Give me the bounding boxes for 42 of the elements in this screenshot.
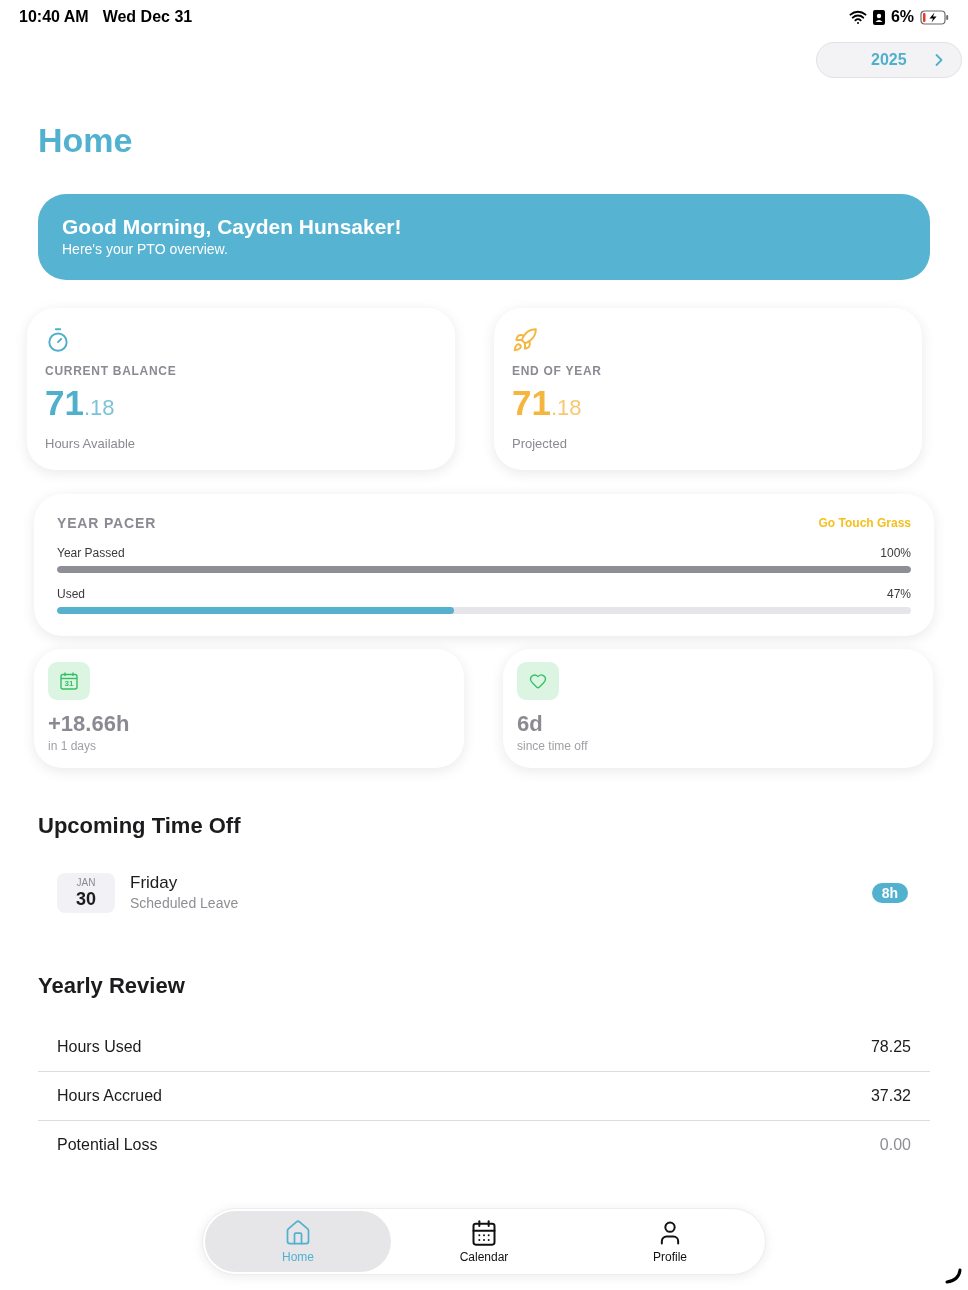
section-title: Yearly Review bbox=[38, 972, 185, 1000]
battery-percent: 6% bbox=[890, 7, 914, 27]
date-day: 30 bbox=[76, 889, 96, 909]
contact-card-icon bbox=[872, 9, 885, 25]
review-label: Hours Used bbox=[57, 1037, 142, 1057]
bar-reading: 100% bbox=[880, 545, 911, 562]
greeting-subtitle: Here's your PTO overview. bbox=[62, 240, 228, 258]
greeting-title: Good Morning, Cayden Hunsaker! bbox=[62, 214, 402, 240]
review-value: 37.32 bbox=[870, 1086, 911, 1106]
corner-arc-icon bbox=[945, 1268, 962, 1284]
stat-label: END OF YEAR bbox=[512, 363, 602, 379]
house-icon bbox=[284, 1219, 312, 1247]
stat-caption: Projected bbox=[512, 436, 567, 452]
leave-weekday: Friday bbox=[130, 873, 178, 893]
page-title: Home bbox=[38, 120, 133, 160]
summary-value: 6d bbox=[517, 710, 543, 738]
review-value: 78.25 bbox=[870, 1037, 911, 1057]
review-value: 0.00 bbox=[879, 1135, 911, 1155]
review-label: Hours Accrued bbox=[57, 1086, 162, 1106]
review-label: Potential Loss bbox=[57, 1135, 158, 1155]
calendar-icon: 31 bbox=[48, 662, 90, 700]
hours-badge: 8h bbox=[872, 883, 908, 903]
battery-icon bbox=[920, 9, 950, 25]
date-month: JAN bbox=[76, 877, 96, 889]
bar-reading: 47% bbox=[886, 586, 911, 603]
status-date: Wed Dec 31 bbox=[102, 7, 193, 27]
stat-value: 71.18 bbox=[45, 384, 115, 424]
section-title: Upcoming Time Off bbox=[38, 812, 241, 840]
bar-label: Year Passed bbox=[57, 545, 125, 562]
pacer-title: YEAR PACER bbox=[57, 513, 157, 533]
wifi-icon bbox=[848, 8, 867, 26]
stat-label: CURRENT BALANCE bbox=[45, 363, 177, 379]
summary-caption: in 1 days bbox=[48, 738, 97, 754]
stat-caption: Hours Available bbox=[45, 436, 136, 452]
summary-value: +18.66h bbox=[48, 710, 130, 738]
calendar-icon bbox=[470, 1219, 498, 1247]
leave-type: Scheduled Leave bbox=[130, 894, 239, 913]
summary-caption: since time off bbox=[517, 738, 588, 754]
status-time: 10:40 AM bbox=[19, 7, 89, 27]
pacer-status: Go Touch Grass bbox=[818, 515, 911, 532]
bar-label: Used bbox=[57, 586, 85, 603]
stat-value: 71.18 bbox=[512, 384, 582, 424]
